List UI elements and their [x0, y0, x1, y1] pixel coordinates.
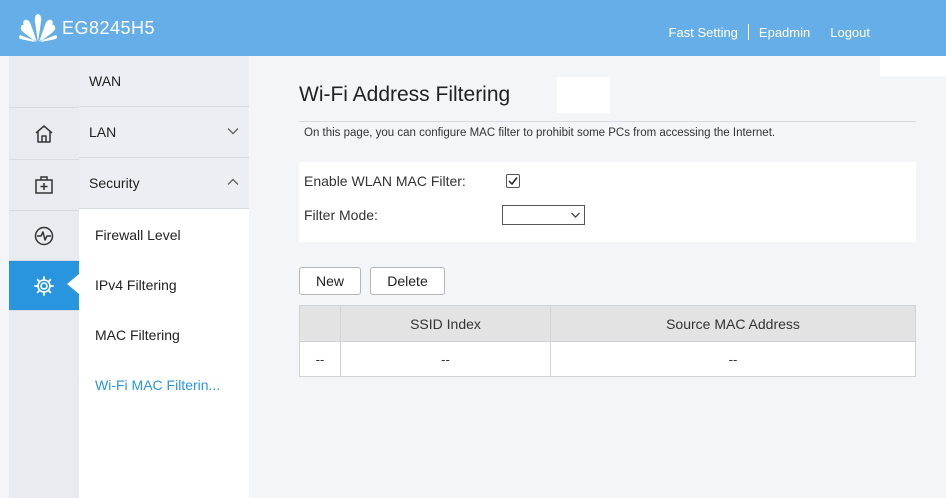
table-cell: --: [340, 341, 551, 377]
page-description: On this page, you can configure MAC filt…: [304, 127, 776, 139]
delete-button[interactable]: Delete: [370, 267, 445, 295]
sub-item-firewall-level[interactable]: Firewall Level: [79, 210, 249, 260]
gear-icon: [34, 275, 54, 296]
diagnostics-icon: [34, 226, 54, 245]
chevron-down-icon: [227, 128, 239, 135]
menu-item-label: LAN: [89, 124, 117, 140]
rail-spacer: [9, 56, 79, 108]
rail-diagnostics[interactable]: [9, 211, 79, 261]
menu-item-label: Security: [89, 175, 140, 191]
home-icon: [35, 124, 53, 143]
chevron-up-icon: [227, 178, 239, 185]
medical-kit-icon: [35, 176, 53, 194]
menu-item-lan[interactable]: LAN: [79, 107, 249, 158]
mac-filter-table: SSID Index Source MAC Address -- -- --: [299, 305, 916, 377]
checkmark-icon: [508, 177, 518, 186]
header-links: Fast Setting Epadmin Logout: [669, 24, 870, 40]
enable-filter-label: Enable WLAN MAC Filter:: [304, 173, 466, 189]
user-link[interactable]: Epadmin: [759, 25, 810, 40]
table-cell: --: [299, 341, 341, 377]
sub-item-mac-filtering[interactable]: MAC Filtering: [79, 310, 249, 360]
page-title: Wi-Fi Address Filtering: [299, 83, 511, 106]
rail-maintenance[interactable]: [9, 160, 79, 211]
top-header: EG8245H5 Fast Setting Epadmin Logout: [0, 0, 946, 56]
filter-settings-form: Enable WLAN MAC Filter: Filter Mode:: [299, 162, 916, 242]
source-mac-header: Source MAC Address: [550, 305, 916, 342]
sub-item-ipv4-filtering[interactable]: IPv4 Filtering: [79, 260, 249, 310]
active-pointer: [67, 274, 79, 294]
huawei-logo-icon: [19, 14, 57, 42]
chevron-down-icon: [571, 212, 580, 218]
table-header-row: SSID Index Source MAC Address: [299, 305, 916, 342]
title-divider: [299, 121, 916, 122]
header-divider: [747, 24, 749, 40]
logout-link[interactable]: Logout: [830, 25, 870, 40]
new-button[interactable]: New: [299, 267, 361, 295]
title-blank-panel: [557, 77, 610, 113]
menu-item-label: WAN: [89, 73, 122, 89]
filter-mode-label: Filter Mode:: [304, 207, 378, 223]
menu-item-security[interactable]: Security: [79, 158, 249, 209]
menu-item-wan[interactable]: WAN: [79, 56, 249, 107]
select-column-header: [299, 305, 341, 342]
fast-setting-link[interactable]: Fast Setting: [669, 25, 738, 40]
table-cell: --: [550, 341, 916, 377]
filter-mode-select[interactable]: [502, 205, 585, 225]
enable-filter-checkbox[interactable]: [506, 174, 520, 188]
sub-item-wifi-mac-filtering[interactable]: Wi-Fi MAC Filterin...: [79, 360, 249, 410]
rail-home[interactable]: [9, 108, 79, 160]
ssid-index-header: SSID Index: [340, 305, 551, 342]
side-menu: WAN LAN Security Firewall Level IPv4 Fil…: [79, 56, 249, 498]
table-row: -- -- --: [299, 341, 916, 377]
device-model: EG8245H5: [62, 18, 156, 38]
main-content: Wi-Fi Address Filtering On this page, yo…: [249, 56, 946, 498]
